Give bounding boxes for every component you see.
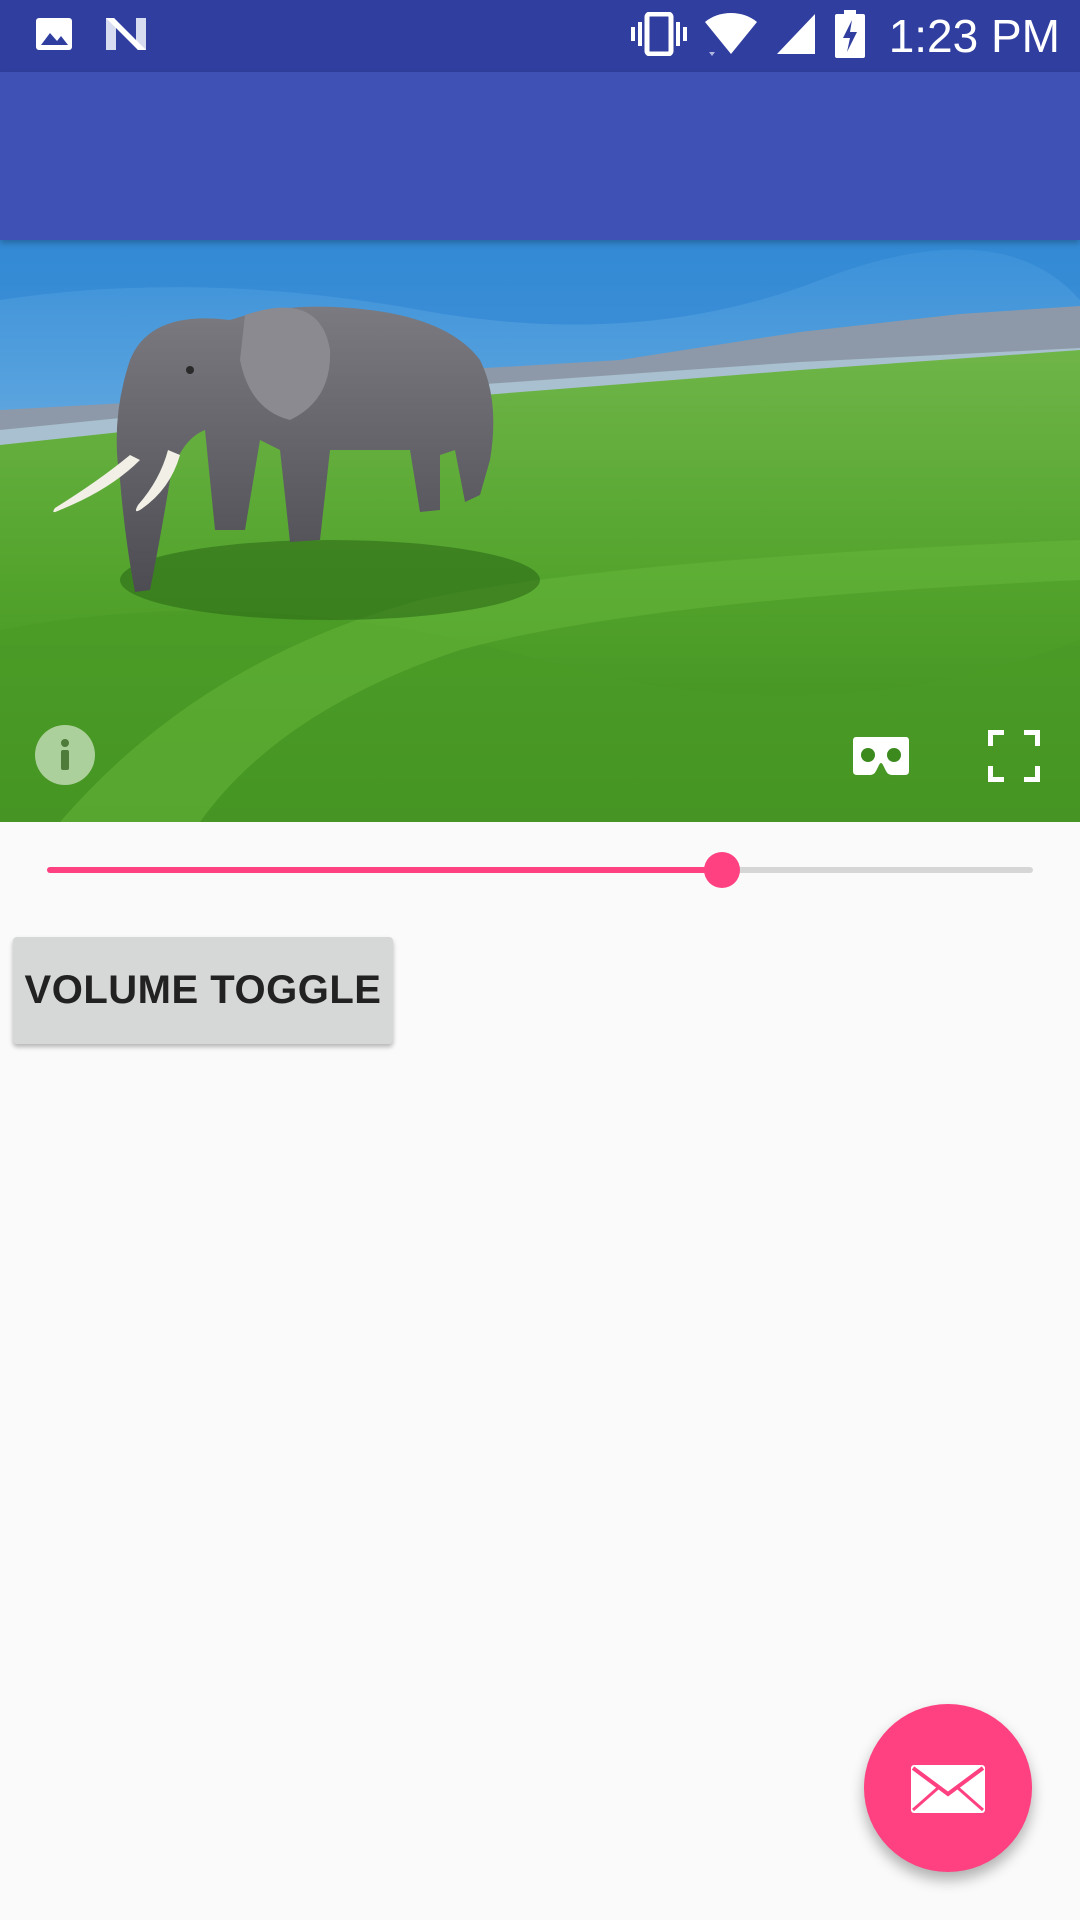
mail-fab-button[interactable] [864, 1704, 1032, 1872]
vibrate-icon [630, 11, 687, 61]
fullscreen-icon[interactable] [987, 729, 1041, 783]
image-icon [34, 14, 74, 59]
volume-toggle-button[interactable]: VOLUME TOGGLE [13, 937, 393, 1044]
status-bar: 1:23 PM [0, 0, 1080, 72]
battery-charging-icon [834, 9, 865, 63]
video-frame-elephant [0, 240, 1080, 822]
screen: 1:23 PM VOLUME TOGGLE [0, 0, 1080, 1920]
cardboard-vr-icon[interactable] [852, 735, 910, 777]
wifi-icon [704, 12, 757, 61]
status-time: 1:23 PM [888, 10, 1060, 62]
signal-icon [775, 12, 817, 61]
mail-icon [911, 1765, 985, 1813]
seek-thumb[interactable] [704, 852, 741, 888]
info-icon[interactable] [35, 725, 95, 785]
seek-progress [47, 867, 723, 873]
seek-bar[interactable] [47, 852, 1033, 888]
n-logo-icon [104, 14, 148, 59]
video-view[interactable] [0, 240, 1080, 822]
status-left-icons [34, 14, 148, 59]
status-right-icons: 1:23 PM [630, 8, 1060, 64]
app-bar [0, 72, 1080, 240]
